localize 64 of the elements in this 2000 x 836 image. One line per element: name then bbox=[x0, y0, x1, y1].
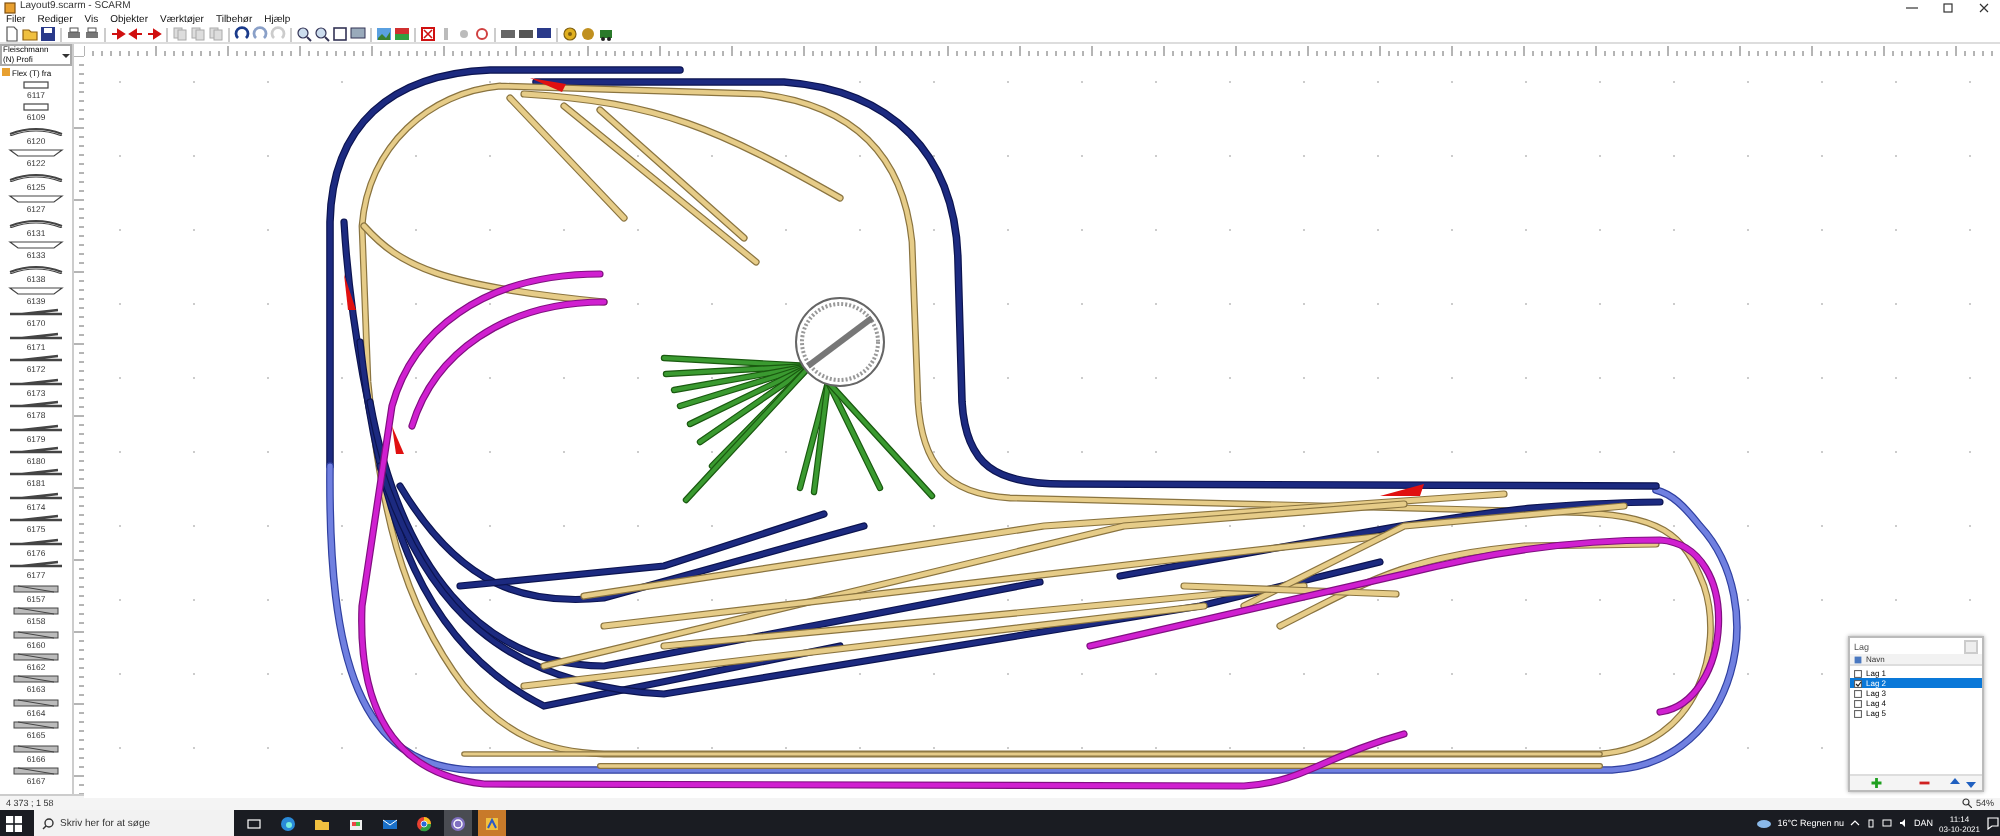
visibility-icon bbox=[1854, 655, 1862, 663]
arrow-icon[interactable] bbox=[110, 26, 126, 42]
track-piece-icon[interactable] bbox=[6, 560, 66, 571]
zoom-icon bbox=[1961, 798, 1972, 808]
track-piece-icon[interactable] bbox=[6, 331, 66, 342]
track-piece-icon[interactable] bbox=[6, 377, 66, 388]
zoom-in-icon[interactable] bbox=[296, 26, 312, 42]
track-piece-icon[interactable] bbox=[6, 537, 66, 548]
crossing-icon[interactable] bbox=[420, 26, 436, 42]
chevron-icon[interactable] bbox=[1850, 818, 1861, 828]
zoom-out-icon[interactable] bbox=[314, 26, 330, 42]
track-piece-icon[interactable] bbox=[6, 468, 66, 479]
checkbox[interactable] bbox=[1854, 679, 1862, 687]
track-piece-icon[interactable] bbox=[6, 148, 66, 159]
arrow-icon[interactable] bbox=[146, 26, 162, 42]
app-icon bbox=[4, 1, 16, 13]
search-icon bbox=[42, 817, 54, 829]
track-piece-icon[interactable] bbox=[6, 446, 66, 456]
arrow-icon[interactable] bbox=[128, 26, 144, 42]
folder-icon bbox=[2, 68, 10, 76]
track-piece-icon[interactable] bbox=[6, 354, 66, 365]
checkbox[interactable] bbox=[1854, 699, 1862, 707]
browser-icon[interactable] bbox=[416, 815, 432, 831]
mail-icon[interactable] bbox=[382, 815, 398, 831]
shopping-bag-icon[interactable] bbox=[348, 815, 364, 831]
checkbox[interactable] bbox=[1854, 669, 1862, 677]
browser-icon[interactable] bbox=[280, 815, 296, 831]
checkbox[interactable] bbox=[1854, 689, 1862, 697]
task-view-icon[interactable] bbox=[246, 815, 262, 831]
track-piece-icon[interactable] bbox=[6, 308, 66, 319]
layers-icon[interactable] bbox=[394, 26, 410, 42]
ring-icon[interactable] bbox=[474, 26, 490, 42]
frame-icon[interactable] bbox=[332, 26, 348, 42]
start-icon[interactable] bbox=[6, 815, 22, 831]
minimize-icon[interactable] bbox=[1904, 1, 1920, 13]
track-piece-icon[interactable] bbox=[6, 171, 66, 182]
track-piece-icon[interactable] bbox=[6, 263, 66, 273]
picture-icon[interactable] bbox=[376, 26, 392, 42]
checkbox[interactable] bbox=[1854, 709, 1862, 717]
battery-icon[interactable] bbox=[1866, 818, 1877, 828]
cloud-icon bbox=[1755, 817, 1772, 829]
locomotive-icon[interactable] bbox=[598, 26, 614, 42]
track-piece-icon[interactable] bbox=[6, 125, 66, 136]
close-icon[interactable] bbox=[1976, 1, 1992, 13]
notification-icon[interactable] bbox=[1986, 816, 2000, 830]
monitor-icon[interactable] bbox=[536, 26, 552, 42]
track-piece-icon[interactable] bbox=[6, 194, 66, 205]
folder-icon[interactable] bbox=[314, 815, 330, 831]
speaker-icon[interactable] bbox=[1898, 818, 1909, 828]
track-piece-icon[interactable] bbox=[6, 217, 66, 228]
down-arrow-icon[interactable] bbox=[1966, 778, 1976, 788]
up-arrow-icon[interactable] bbox=[1950, 778, 1960, 788]
app-icon[interactable] bbox=[484, 815, 500, 831]
track-piece-icon[interactable] bbox=[6, 400, 66, 411]
undo-icon[interactable] bbox=[234, 26, 250, 42]
track-piece-icon[interactable] bbox=[6, 285, 66, 296]
track-plan-drawing[interactable] bbox=[326, 66, 1741, 790]
caret-icon bbox=[61, 51, 69, 59]
monitor-icon[interactable] bbox=[350, 26, 366, 42]
track-piece-icon[interactable] bbox=[6, 514, 66, 525]
track-piece-icon[interactable] bbox=[6, 491, 66, 502]
track-piece-icon[interactable] bbox=[6, 240, 66, 251]
maximize-icon[interactable] bbox=[1940, 1, 1956, 13]
track-piece-icon[interactable] bbox=[6, 423, 66, 434]
